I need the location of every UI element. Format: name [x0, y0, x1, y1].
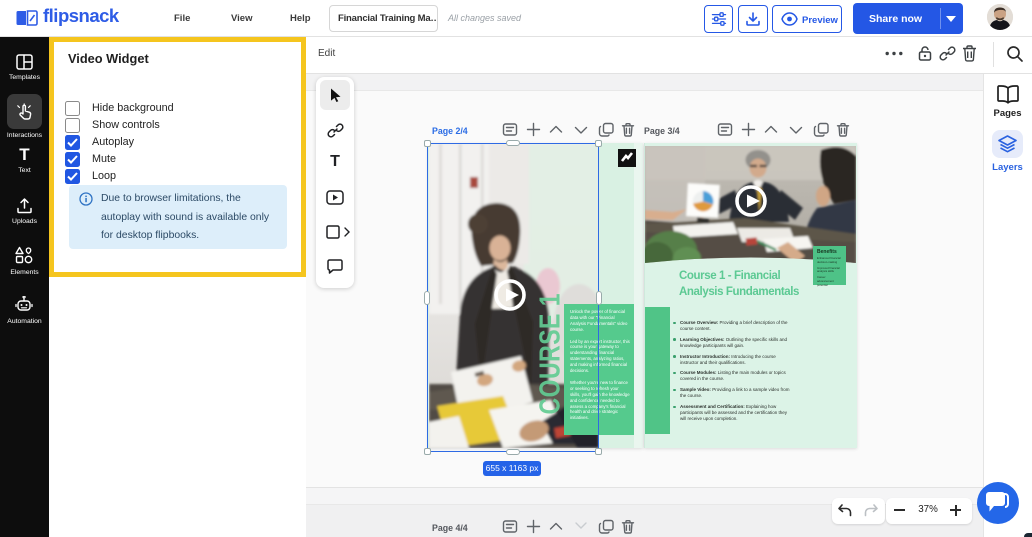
- svg-text:Page 3/4: Page 3/4: [644, 126, 680, 136]
- svg-text:Page 4/4: Page 4/4: [432, 523, 468, 533]
- svg-text:Page 2/4: Page 2/4: [432, 126, 468, 136]
